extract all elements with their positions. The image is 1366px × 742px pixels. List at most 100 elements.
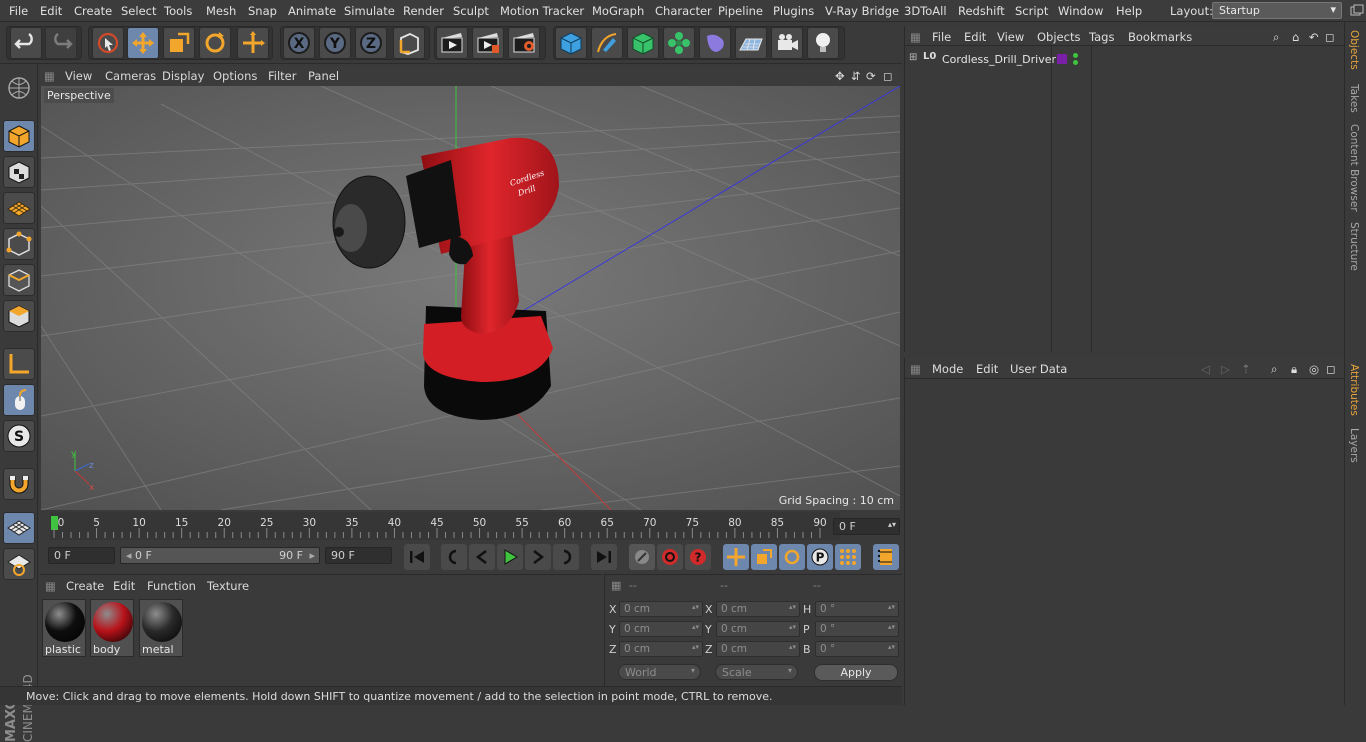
rot-h-field[interactable]: 0 °▴▾ (815, 601, 899, 617)
move-icon[interactable] (127, 27, 159, 59)
size-z-field[interactable]: 0 cm▴▾ (716, 641, 800, 657)
cloner-icon[interactable] (663, 27, 695, 59)
previous-key-icon[interactable] (441, 544, 467, 570)
lock-icon[interactable]: 🔒︎ (1291, 362, 1297, 377)
current-frame-field[interactable]: 0 F▴▾ (833, 518, 900, 535)
rotate-icon[interactable] (199, 27, 231, 59)
points-mode-icon[interactable] (3, 228, 35, 260)
dolly-view-icon[interactable]: ⇵ (851, 69, 861, 83)
render-view-icon[interactable] (436, 27, 468, 59)
make-editable-icon[interactable] (3, 72, 35, 104)
record-keys-icon[interactable] (629, 544, 655, 570)
pos-z-field[interactable]: 0 cm▴▾ (619, 641, 703, 657)
object-menu-objects[interactable]: Objects (1037, 30, 1080, 44)
maximize-view-icon[interactable]: ◻ (883, 69, 893, 83)
target-icon[interactable]: ◎ (1309, 362, 1319, 376)
editor-visibility-dot[interactable] (1073, 53, 1078, 58)
key-point-level-icon[interactable] (835, 544, 861, 570)
polygons-mode-icon[interactable] (3, 300, 35, 332)
attribute-menu-edit[interactable]: Edit (976, 362, 998, 376)
forward-arrow-icon[interactable]: ▷ (1221, 362, 1230, 376)
x-axis-icon[interactable]: X (283, 27, 315, 59)
keyframe-selection-icon[interactable]: ? (685, 544, 711, 570)
material-body[interactable]: body (90, 599, 134, 657)
viewport-menu-panel[interactable]: Panel (308, 69, 339, 83)
menu-file[interactable]: File (9, 4, 28, 18)
workplane-icon[interactable] (3, 192, 35, 224)
size-y-field[interactable]: 0 cm▴▾ (716, 621, 800, 637)
tab-takes[interactable]: Takes (1348, 84, 1360, 113)
key-position-icon[interactable] (723, 544, 749, 570)
menu-pipeline[interactable]: Pipeline (718, 4, 763, 18)
pos-y-field[interactable]: 0 cm▴▾ (619, 621, 703, 637)
coordinate-space-dropdown[interactable]: World▾ (618, 664, 701, 680)
model-mode-icon[interactable] (3, 120, 35, 152)
magnet-icon[interactable] (3, 468, 35, 500)
deformer-icon[interactable] (699, 27, 731, 59)
edit-render-settings-icon[interactable] (508, 27, 540, 59)
rotate-view-icon[interactable]: ⟳ (866, 69, 876, 83)
coordinate-system-icon[interactable] (393, 27, 425, 59)
redo-icon[interactable] (45, 27, 77, 59)
world-coord-icon[interactable] (237, 27, 269, 59)
tab-content-browser[interactable]: Content Browser (1348, 124, 1360, 212)
menu-plugins[interactable]: Plugins (773, 4, 814, 18)
menu-create[interactable]: Create (74, 4, 112, 18)
object-menu-edit[interactable]: Edit (964, 30, 986, 44)
menu-select[interactable]: Select (121, 4, 156, 18)
live-selection-icon[interactable] (92, 27, 124, 59)
next-key-icon[interactable] (553, 544, 579, 570)
search-icon[interactable]: ⌕ (1273, 30, 1279, 45)
material-metal[interactable]: metal (139, 599, 183, 657)
expand-icon[interactable]: ⊞ (909, 52, 917, 63)
object-row[interactable]: ⊞ L0 Cordless_Drill_Driver (905, 50, 1345, 68)
menu-window[interactable]: Window (1058, 4, 1103, 18)
viewport-menu-view[interactable]: View (65, 69, 92, 83)
key-scale-icon[interactable] (751, 544, 777, 570)
material-menu-function[interactable]: Function (147, 579, 196, 593)
window-restore-icon[interactable] (1347, 2, 1366, 20)
edges-mode-icon[interactable] (3, 264, 35, 296)
pos-x-field[interactable]: 0 cm▴▾ (619, 601, 703, 617)
viewport-menu-cameras[interactable]: Cameras (105, 69, 156, 83)
pen-icon[interactable] (591, 27, 623, 59)
menu-render[interactable]: Render (403, 4, 444, 18)
menu-mesh[interactable]: Mesh (206, 4, 236, 18)
floor-icon[interactable] (735, 27, 767, 59)
tab-attributes[interactable]: Attributes (1348, 364, 1360, 416)
viewport-3d[interactable]: Cordless Drill y z x Perspective Grid Sp… (41, 86, 900, 510)
object-menu-tags[interactable]: Tags (1089, 30, 1114, 44)
tab-layers[interactable]: Layers (1348, 428, 1360, 463)
timeline-ruler[interactable]: 051015202530354045505560657075808590 0 F… (40, 512, 902, 540)
home-icon[interactable]: ⌂ (1292, 30, 1299, 44)
material-plastic[interactable]: plastic (42, 599, 86, 657)
menu-3dtoall[interactable]: 3DToAll (904, 4, 947, 18)
end-frame-field[interactable]: 90 F (325, 547, 392, 564)
material-tag-icon[interactable] (1057, 54, 1067, 64)
object-menu-file[interactable]: File (932, 30, 951, 44)
camera-label[interactable]: Perspective (44, 88, 114, 103)
axis-mode-icon[interactable] (3, 348, 35, 380)
z-axis-icon[interactable]: Z (355, 27, 387, 59)
menu-character[interactable]: Character (655, 4, 712, 18)
light-icon[interactable] (807, 27, 839, 59)
pan-view-icon[interactable]: ✥ (835, 69, 845, 83)
menu-tools[interactable]: Tools (164, 4, 192, 18)
workplane-lock-icon[interactable] (3, 512, 35, 544)
attribute-menu-user-data[interactable]: User Data (1010, 362, 1067, 376)
menu-vray-bridge[interactable]: V-Ray Bridge (825, 4, 899, 18)
rot-p-field[interactable]: 0 °▴▾ (815, 621, 899, 637)
size-x-field[interactable]: 0 cm▴▾ (716, 601, 800, 617)
menu-simulate[interactable]: Simulate (344, 4, 395, 18)
snap-icon[interactable]: S (3, 420, 35, 452)
render-visibility-dot[interactable] (1073, 60, 1078, 65)
cube-icon[interactable] (555, 27, 587, 59)
object-menu-view[interactable]: View (997, 30, 1024, 44)
menu-animate[interactable]: Animate (288, 4, 336, 18)
tab-objects[interactable]: Objects (1348, 30, 1360, 70)
object-menu-bookmarks[interactable]: Bookmarks (1128, 30, 1192, 44)
texture-mode-icon[interactable] (3, 156, 35, 188)
key-rotation-icon[interactable] (779, 544, 805, 570)
object-name[interactable]: Cordless_Drill_Driver (942, 53, 1056, 66)
start-frame-field[interactable]: 0 F (48, 547, 115, 564)
